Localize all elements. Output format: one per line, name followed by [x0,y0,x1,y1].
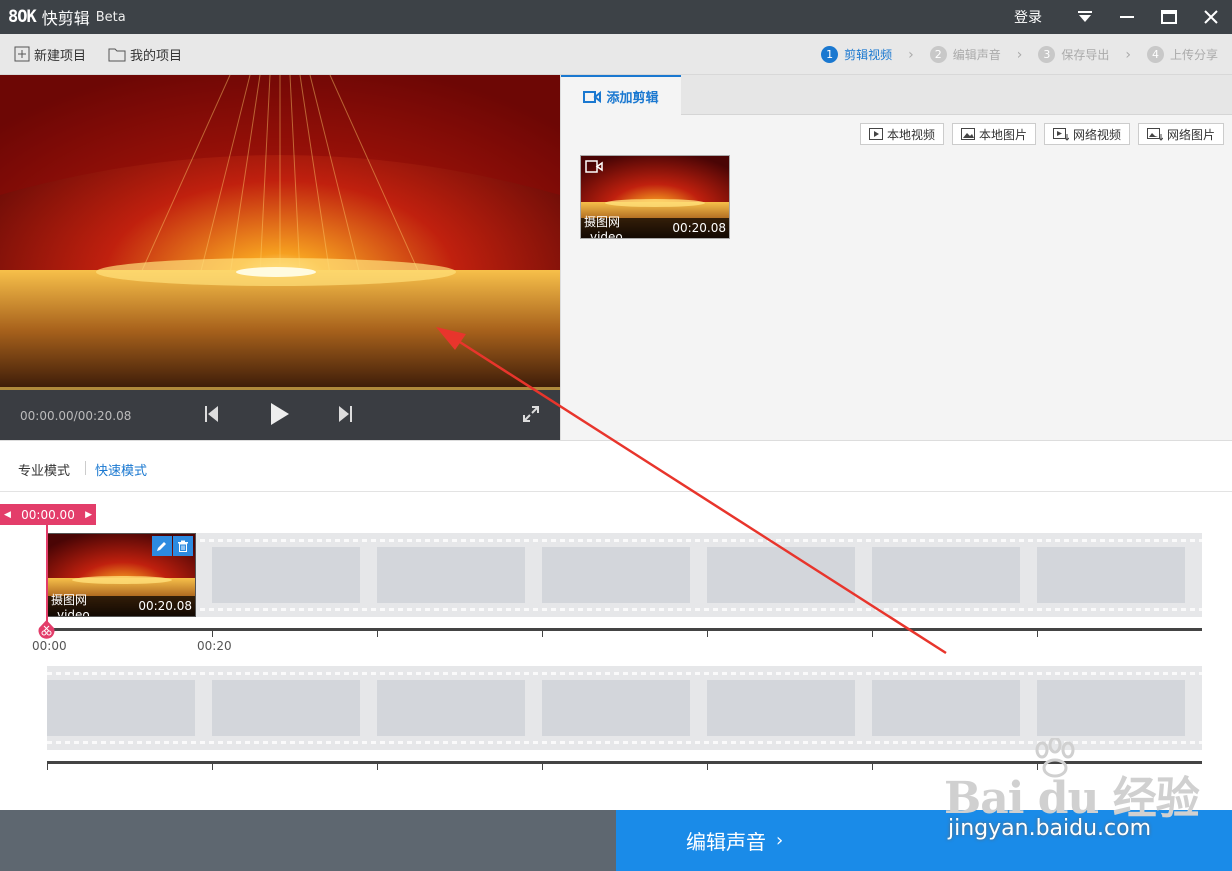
my-projects-button[interactable]: 我的项目 [108,45,182,64]
skip-forward-icon[interactable] [338,406,352,426]
mode-bar: 专业模式 快速模式 [0,440,1232,492]
playhead-line[interactable] [46,525,48,627]
playhead-left-arrow-icon[interactable]: ◀ [4,510,11,520]
video-file-icon [868,128,883,140]
step-save-export[interactable]: 3 保存导出 [1038,46,1109,63]
web-video-button[interactable]: 网络视频 [1043,123,1130,145]
step-label: 上传分享 [1169,48,1218,62]
video-camera-icon [585,160,603,173]
step-edit-audio[interactable]: 2 编辑声音 [929,46,1001,63]
web-image-button[interactable]: 网络图片 [1137,123,1224,145]
chevron-right-icon: › [1016,46,1023,63]
web-video-label: 网络视频 [1072,127,1121,142]
timeline-clip[interactable]: 摄图网_video_... 00:20.08 [47,533,196,617]
delete-clip-icon[interactable] [173,536,193,556]
playhead-time-label: 00:00.00 [21,507,75,522]
step-number: 3 [1038,46,1056,63]
panel-tabs: 添加剪辑 [561,75,1232,116]
play-icon[interactable] [271,403,289,429]
ruler-label: 00:20 [197,639,232,653]
media-thumbnail[interactable]: 摄图网_video_... 00:20.08 [580,155,730,239]
login-button[interactable]: 登录 [1014,7,1042,27]
new-project-button[interactable]: 新建项目 [14,45,86,64]
video-preview[interactable] [0,75,560,390]
quick-mode-button[interactable]: 快速模式 [95,460,147,479]
preview-frame-image [0,75,560,390]
playhead-time[interactable]: ◀ 00:00.00 ▶ [0,504,96,525]
next-button-label: 编辑声音 [686,830,766,854]
workflow-steps: 1 剪辑视频 › 2 编辑声音 › 3 保存导出 › 4 上传分享 [821,34,1218,75]
watermark: Bai du 经验 jingyan.baidu.com [944,738,1229,848]
video-camera-icon [583,90,602,103]
media-caption: 摄图网_video_... 00:20.08 [581,215,729,238]
plus-box-icon [14,46,30,62]
player-controls: 00:00.00/00:20.08 [0,387,560,440]
web-video-icon [1052,127,1069,141]
dropdown-menu-icon[interactable] [1064,0,1106,34]
app-name: 快剪辑 [41,9,90,28]
main-toolbar: 新建项目 我的项目 1 剪辑视频 › 2 编辑声音 › 3 保存导出 › 4 上传分享 [0,34,1232,75]
chevron-right-icon: › [1125,46,1131,63]
media-name: 摄图网_video_... [584,214,641,239]
step-edit-video[interactable]: 1 剪辑视频 [821,46,892,63]
my-projects-label: 我的项目 [130,48,183,64]
player-timecode: 00:00.00/00:20.08 [20,409,132,423]
app-logo: 8OK [8,7,37,27]
scissors-icon[interactable] [38,620,55,644]
step-upload-share[interactable]: 4 上传分享 [1146,46,1218,63]
title-bar: 8OK 快剪辑 Beta 登录 [0,0,1232,34]
tab-add-clip-label: 添加剪辑 [606,91,659,106]
pro-mode-button[interactable]: 专业模式 [18,460,70,479]
step-number: 4 [1146,46,1164,63]
minimize-icon[interactable] [1106,0,1148,34]
time-ruler[interactable] [47,628,1202,637]
maximize-icon[interactable] [1148,0,1190,34]
web-image-icon [1146,127,1163,141]
local-image-label: 本地图片 [978,127,1027,142]
clip-caption: 摄图网_video_... 00:20.08 [48,593,195,616]
playhead-right-arrow-icon[interactable]: ▶ [85,510,92,520]
video-track[interactable] [47,533,1202,617]
clip-name: 摄图网_video_... [51,592,108,617]
clip-duration: 00:20.08 [138,599,192,613]
media-panel: 添加剪辑 本地视频 本地图片 网络视频 网络图片 摄图网_video_... 0… [560,75,1232,440]
media-duration: 00:20.08 [672,221,726,235]
watermark-url: jingyan.baidu.com [948,816,1152,841]
window-controls: 登录 [1014,0,1232,34]
tab-add-clip[interactable]: 添加剪辑 [561,75,681,116]
step-number: 1 [821,46,839,63]
web-image-label: 网络图片 [1166,127,1215,142]
step-label: 剪辑视频 [844,48,893,62]
source-buttons: 本地视频 本地图片 网络视频 网络图片 [852,123,1224,145]
local-video-label: 本地视频 [886,127,935,142]
app-badge: Beta [95,9,126,25]
chevron-right-icon: › [776,830,784,851]
step-label: 编辑声音 [952,48,1001,62]
skip-back-icon[interactable] [205,406,219,426]
step-label: 保存导出 [1061,48,1110,62]
step-number: 2 [929,46,947,63]
fullscreen-icon[interactable] [522,405,540,427]
edit-clip-icon[interactable] [152,536,172,556]
local-image-button[interactable]: 本地图片 [951,123,1036,145]
local-video-button[interactable]: 本地视频 [859,123,944,145]
folder-icon [108,48,126,61]
chevron-right-icon: › [908,46,914,63]
image-file-icon [960,128,975,140]
new-project-label: 新建项目 [34,48,87,64]
mode-divider [85,461,86,475]
close-icon[interactable] [1190,0,1232,34]
